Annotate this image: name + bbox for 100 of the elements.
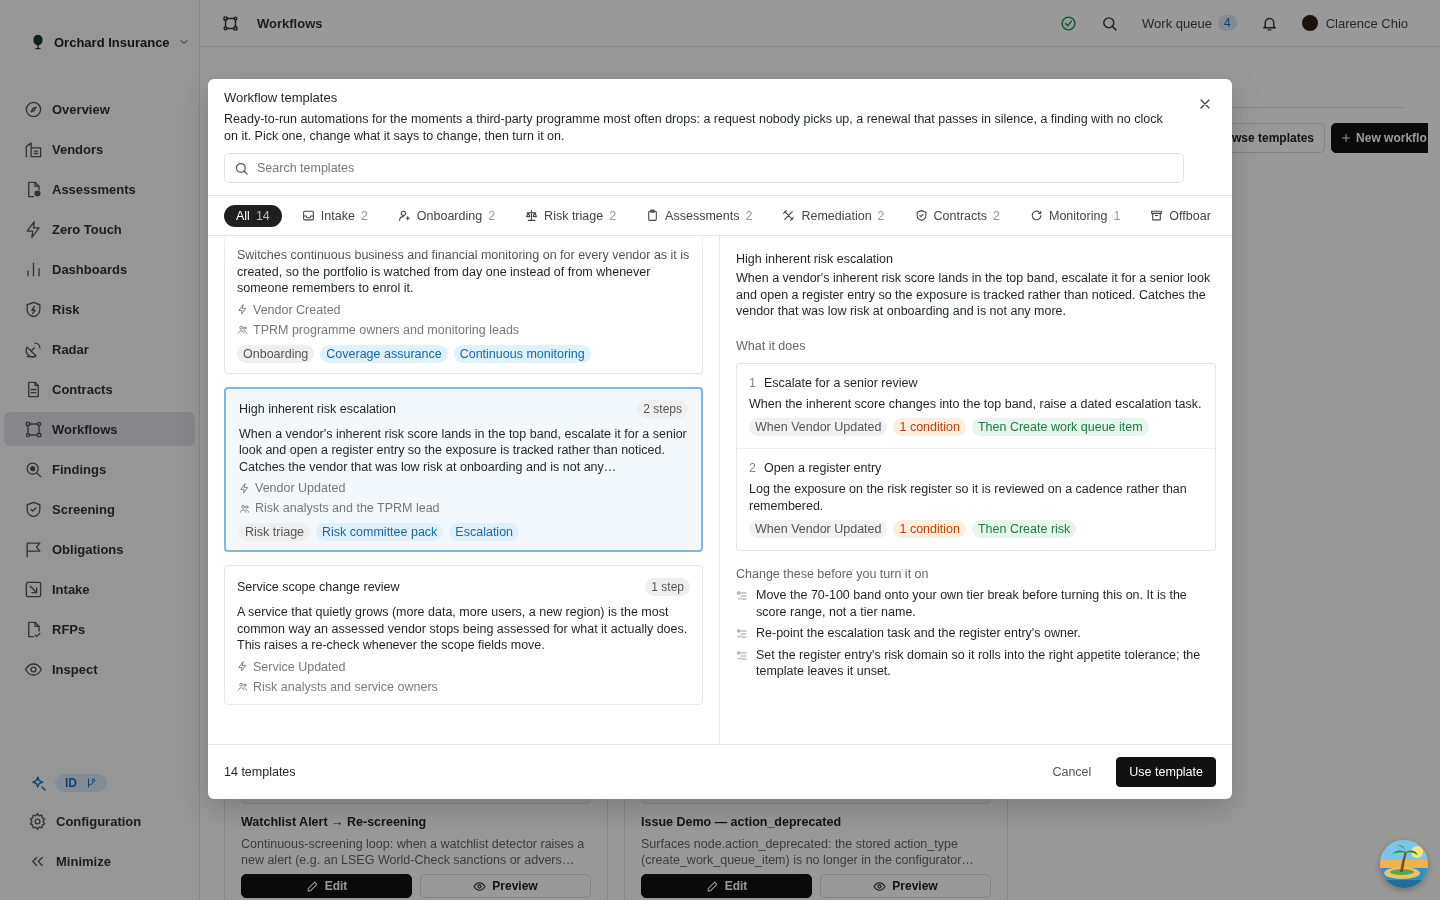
dialog-title: Workflow templates: [224, 90, 338, 105]
template-card[interactable]: [224, 386, 703, 552]
sidebar-item[interactable]: Contracts: [4, 372, 195, 406]
scale-icon: [525, 209, 539, 222]
bolt-icon: [237, 661, 248, 672]
tag: Escalation: [449, 523, 520, 541]
arrow-box-icon: [24, 579, 43, 599]
tag: Coverage assurance: [320, 344, 448, 363]
checklist-item: Set the register entry's risk domain so it rolls into the right appetite tolerance; the template leaves it unset.: [756, 646, 1202, 680]
use-template-button[interactable]: Use template: [1116, 757, 1216, 787]
template-title: Service scope change review: [237, 580, 400, 594]
sidebar-item[interactable]: Obligations: [4, 532, 195, 566]
condition-chip: 1 condition: [893, 418, 966, 436]
preview-button[interactable]: Preview: [820, 874, 991, 898]
bolt-icon: [237, 304, 248, 315]
step-count: 1 step: [645, 578, 690, 596]
sidebar-item[interactable]: Inspect: [4, 652, 195, 686]
sidebar-item[interactable]: Dashboards: [4, 252, 195, 286]
section-heading: What it does: [736, 338, 807, 353]
people-icon: [237, 324, 248, 335]
check-circle-icon: [1060, 14, 1078, 32]
action-chip: Then Create work queue item: [971, 418, 1149, 436]
sidebar-item[interactable]: Risk: [4, 292, 195, 326]
sidebar-item[interactable]: Zero Touch: [4, 212, 195, 246]
workflow-icon: [222, 14, 239, 32]
trigger-label: Vendor Updated: [255, 481, 346, 495]
filter-tab[interactable]: Risk triage 2: [515, 204, 627, 227]
sidebar-item[interactable]: RFPs: [4, 612, 195, 646]
tag: Onboarding: [237, 344, 315, 363]
archive-icon: [1150, 209, 1164, 222]
work-queue-link[interactable]: Work queue 4: [1142, 15, 1237, 31]
filter-tab[interactable]: Intake 2: [291, 204, 378, 227]
user-plus-icon: [397, 209, 411, 222]
edit-button[interactable]: Edit: [241, 874, 412, 898]
audience-label: TPRM programme owners and monitoring leads: [253, 322, 520, 337]
sidebar-item[interactable]: Minimize: [4, 844, 195, 878]
sidebar-item[interactable]: Assessments: [4, 172, 195, 206]
sidebar-item[interactable]: Intake: [4, 572, 195, 606]
compass-icon: [24, 99, 43, 119]
template-description: When a vendor's inherent risk score lands in the top band, escalate it for a senior look and open a register entry so the exposure is tracked rather than noticed. Catches the vendor that was low risk at onboarding and is not any…: [239, 425, 688, 475]
filter-tab[interactable]: Remediation 2: [772, 204, 895, 227]
people-icon: [237, 681, 248, 692]
new-workflow-button[interactable]: New workflo: [1331, 123, 1428, 153]
plus-icon: [1340, 132, 1353, 144]
section-heading: Change these before you turn it on: [736, 567, 930, 581]
trigger-chip: When Vendor Updated: [749, 520, 888, 538]
condition-chip: 1 condition: [893, 520, 966, 538]
bolt-icon: [239, 482, 250, 494]
eye-icon: [473, 879, 487, 893]
filter-tab[interactable]: Contracts 2: [904, 204, 1010, 227]
step-description: When the inherent score changes into the top band, raise a dated escalation task.: [749, 395, 1203, 412]
filter-tab[interactable]: Monitoring 1: [1020, 204, 1131, 227]
page-title: Workflows: [257, 15, 323, 31]
detail-description: When a vendor's inherent risk score lands in the top band, escalate it for a senior look and open a register entry so the exposure is tracked rather than noticed. Catches the vendor that was low risk at onboarding and is not any more.: [736, 270, 1212, 320]
sidebar-item[interactable]: Radar: [4, 332, 195, 366]
org-name[interactable]: Orchard Insurance: [54, 34, 170, 50]
sidebar-item[interactable]: Overview: [4, 92, 195, 126]
pencil-icon: [305, 879, 319, 893]
tree-icon: [30, 34, 46, 50]
sidebar-item[interactable]: Findings: [4, 452, 195, 486]
edit-button[interactable]: Edit: [641, 874, 812, 898]
filter-tab[interactable]: Offboar: [1140, 204, 1221, 227]
checklist-icon: [736, 590, 748, 602]
id-badge[interactable]: ID: [55, 774, 107, 792]
filter-tab[interactable]: Onboarding 2: [387, 204, 506, 227]
user-name[interactable]: Clarence Chio: [1325, 15, 1408, 31]
tag: Risk triage: [239, 523, 311, 541]
count-badge: 4: [1217, 15, 1237, 31]
shield-icon: [24, 499, 43, 519]
workflow-icon: [24, 419, 43, 439]
preview-button[interactable]: Preview: [420, 874, 591, 898]
detail-title: High inherent risk escalation: [736, 252, 895, 266]
card-description: Surfaces node.action_deprecated: the stored action_type (create_work_queue_item) is no longer in the configurator…: [641, 836, 975, 868]
template-count: 14 templates: [224, 765, 296, 779]
audience-label: Risk analysts and service owners: [253, 679, 438, 694]
step-number: 2: [749, 461, 756, 475]
filter-tab[interactable]: Assessments 2: [636, 204, 763, 227]
action-chip: Then Create risk: [971, 520, 1077, 538]
trigger-label: Service Updated: [253, 659, 346, 674]
sidebar-item[interactable]: Workflows: [4, 412, 195, 446]
step-number: 1: [749, 375, 756, 390]
sidebar-item[interactable]: Configuration: [4, 804, 195, 838]
filter-tab[interactable]: All 14: [224, 204, 282, 227]
tools-icon: [782, 209, 796, 222]
template-description: A service that quietly grows (more data, more users, a new region) is the most common way an assessed vendor stops being assessed for what it actually does. This raises a re-check whenever the scope fields move.: [237, 604, 689, 654]
sidebar-item[interactable]: Screening: [4, 492, 195, 526]
browse-button[interactable]: wse templates: [1232, 123, 1326, 153]
bar-chart-icon: [24, 259, 43, 279]
audience-label: Risk analysts and the TPRM lead: [255, 501, 440, 515]
shield-icon: [24, 299, 43, 319]
pencil-icon: [705, 879, 719, 893]
checklist-item: Move the 70-100 band onto your own tier break before turning this on. It is the score range, not a tier name.: [756, 587, 1188, 620]
sidebar-item[interactable]: Vendors: [4, 132, 195, 166]
eye-icon: [873, 879, 887, 893]
card-description: Continuous-screening loop: when a watchlist detector raises a new alert (e.g. an LSEG World-Check sanctions or advers…: [241, 836, 586, 868]
search-field[interactable]: Search templates: [224, 153, 1184, 183]
tag: Risk committee pack: [316, 523, 444, 541]
avatar[interactable]: [1301, 15, 1318, 31]
cancel-button[interactable]: Cancel: [1039, 757, 1105, 787]
checklist-item: Re-point the escalation task and the register entry's owner.: [756, 625, 1081, 642]
